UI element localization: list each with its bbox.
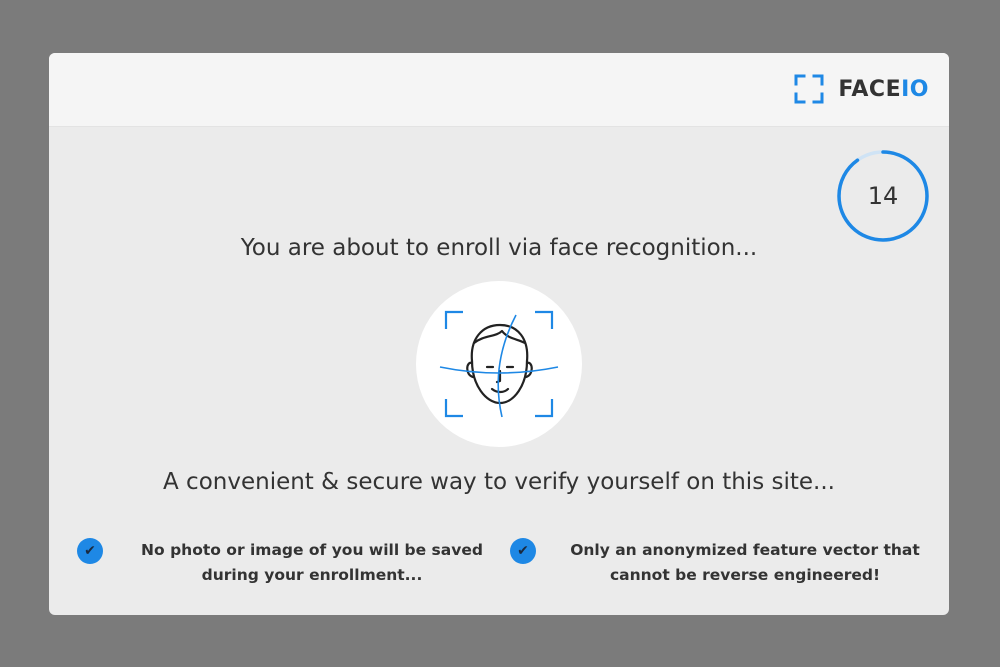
brand-logo: FACEIO	[794, 73, 929, 105]
brand-name-main: FACE	[838, 76, 902, 102]
face-scan-icon	[439, 310, 559, 418]
feature-text: Only an anonymized feature vector that c…	[550, 538, 940, 588]
check-icon: ✔	[77, 538, 103, 564]
feature-item: ✔ Only an anonymized feature vector that…	[510, 538, 940, 588]
face-illustration	[416, 281, 582, 447]
countdown-timer: 14	[835, 148, 931, 244]
feature-line: cannot be reverse engineered!	[609, 566, 881, 584]
face-frame-icon	[794, 74, 824, 104]
countdown-value: 14	[867, 182, 899, 210]
feature-line: Only an anonymized feature vector that	[570, 541, 920, 559]
check-icon: ✔	[510, 538, 536, 564]
feature-line: No photo or image of you will be saved	[141, 541, 483, 559]
feature-item: ✔ No photo or image of you will be saved…	[77, 538, 507, 588]
feature-text: No photo or image of you will be saved d…	[117, 538, 507, 588]
headline: You are about to enroll via face recogni…	[240, 235, 758, 261]
feature-line: during your enrollment...	[201, 566, 423, 584]
brand-name: FACEIO	[838, 77, 929, 102]
enrollment-modal: FACEIO 14 You are about to enroll via fa…	[49, 53, 949, 615]
subline: A convenient & secure way to verify your…	[163, 469, 835, 495]
brand-name-accent: IO	[901, 76, 929, 102]
modal-header: FACEIO	[49, 53, 949, 127]
